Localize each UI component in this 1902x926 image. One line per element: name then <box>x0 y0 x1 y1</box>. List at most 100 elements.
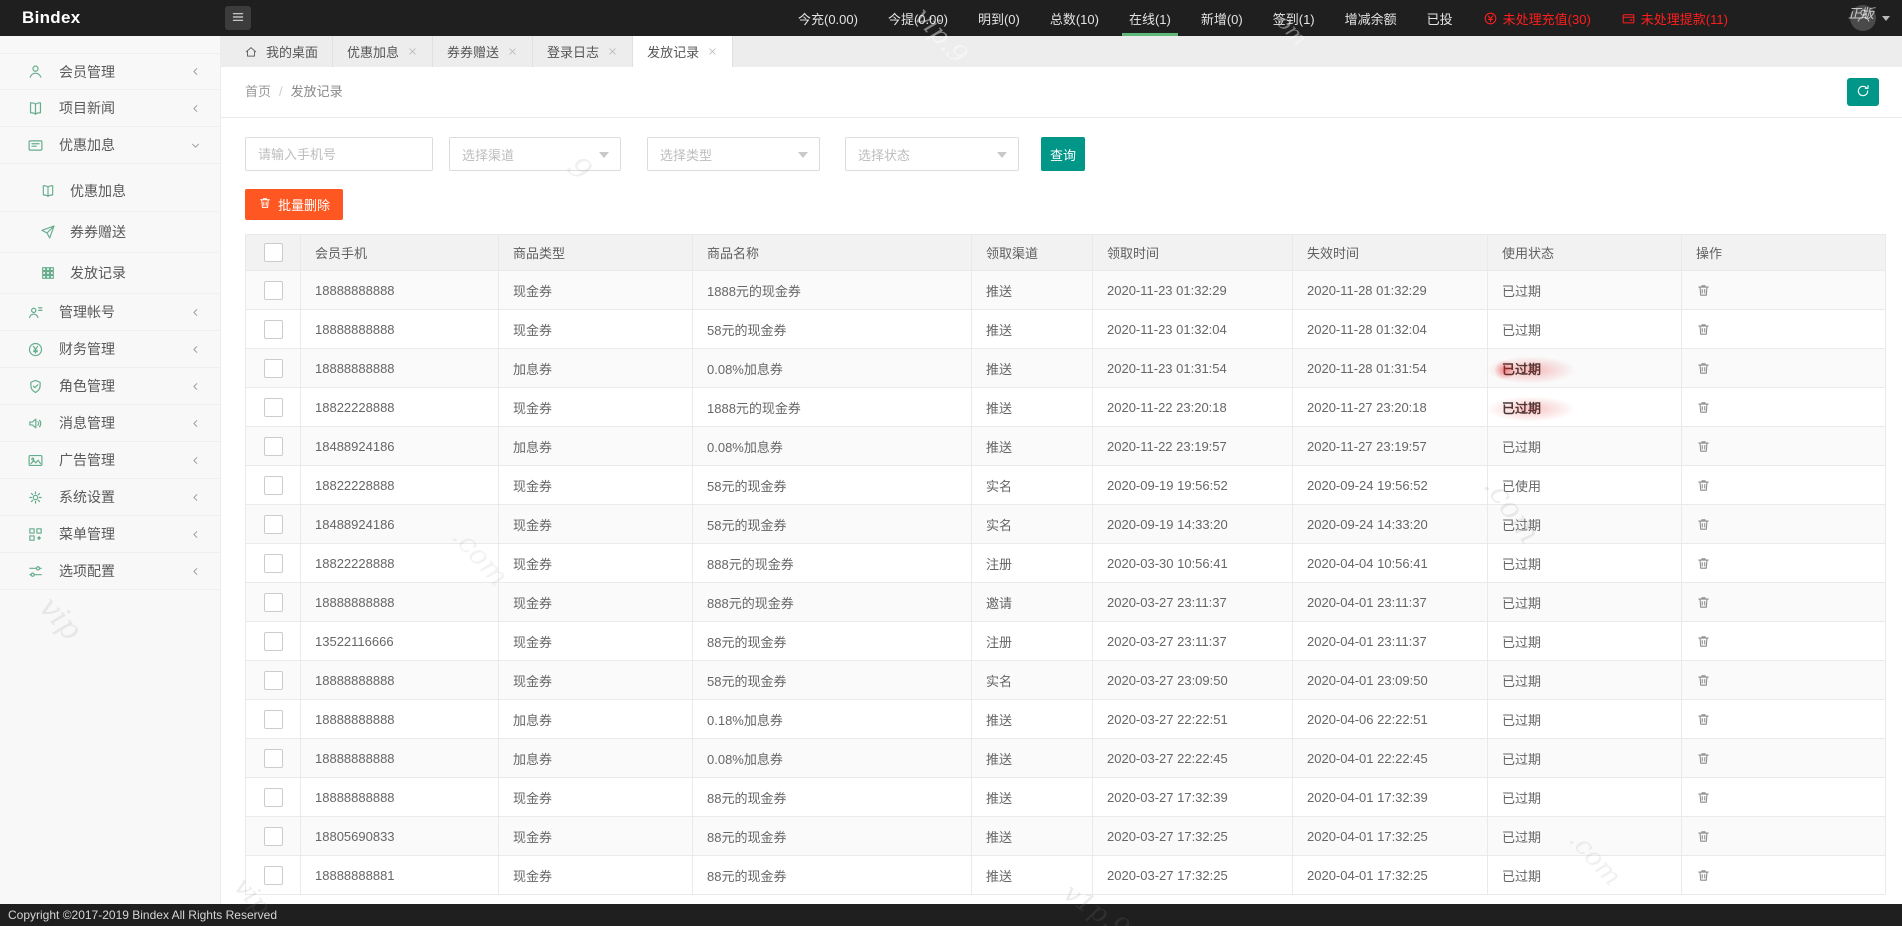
status-select[interactable]: 选择状态 <box>845 137 1019 171</box>
cell-product-type: 现金券 <box>499 544 693 583</box>
row-checkbox[interactable] <box>264 749 283 768</box>
topbar-stat-pending-recharge[interactable]: 未处理充值(30) <box>1483 0 1591 36</box>
row-checkbox[interactable] <box>264 281 283 300</box>
chevron-left-icon <box>189 306 202 319</box>
sidebar-item-messages[interactable]: 消息管理 <box>0 405 220 442</box>
row-checkbox[interactable] <box>264 359 283 378</box>
tab-label: 登录日志 <box>547 42 599 61</box>
topbar-stat-adjust-balance[interactable]: 增减余额 <box>1345 0 1397 36</box>
close-icon[interactable] <box>607 46 618 57</box>
delete-row-button[interactable] <box>1696 400 1711 415</box>
sidebar-item-label: 优惠加息 <box>59 135 189 155</box>
row-checkbox[interactable] <box>264 593 283 612</box>
sidebar-item-options[interactable]: 选项配置 <box>0 553 220 590</box>
column-header: 领取时间 <box>1093 235 1293 271</box>
avatar[interactable] <box>1850 5 1876 31</box>
sidebar-item-promo-interest[interactable]: 优惠加息 <box>0 127 220 164</box>
channel-select[interactable]: 选择渠道 <box>449 137 621 171</box>
topbar-stat-today-recharge[interactable]: 今充(0.00) <box>798 0 858 36</box>
cell-phone: 18822228888 <box>301 544 499 583</box>
topbar-stat-today-withdraw[interactable]: 今提(0.00) <box>888 0 948 36</box>
close-icon[interactable] <box>507 46 518 57</box>
delete-row-button[interactable] <box>1696 829 1711 844</box>
sidebar-item-grant-records[interactable]: 发放记录 <box>0 253 220 294</box>
type-select[interactable]: 选择类型 <box>647 137 820 171</box>
row-checkbox[interactable] <box>264 788 283 807</box>
delete-row-button[interactable] <box>1696 556 1711 571</box>
row-checkbox[interactable] <box>264 827 283 846</box>
status-badge: 已过期 <box>1502 713 1541 728</box>
sidebar-item-coupon-gift[interactable]: 券券赠送 <box>0 212 220 253</box>
topbar-stat-pending-withdraw[interactable]: 未处理提款(11) <box>1621 0 1728 36</box>
row-checkbox[interactable] <box>264 671 283 690</box>
row-checkbox[interactable] <box>264 398 283 417</box>
tab-my-desktop[interactable]: 我的桌面 <box>230 36 333 67</box>
refresh-button[interactable] <box>1847 78 1879 106</box>
row-checkbox[interactable] <box>264 476 283 495</box>
cell-status: 已过期 <box>1488 271 1682 310</box>
delete-row-button[interactable] <box>1696 478 1711 493</box>
delete-row-button[interactable] <box>1696 322 1711 337</box>
row-checkbox[interactable] <box>264 515 283 534</box>
row-checkbox[interactable] <box>264 866 283 885</box>
status-badge: 已过期 <box>1502 635 1541 650</box>
table-row: 18888888888现金券58元的现金券实名2020-03-27 23:09:… <box>246 661 1886 700</box>
topbar-stat-online[interactable]: 在线(1) <box>1129 0 1171 36</box>
sidebar-item-system-settings[interactable]: 系统设置 <box>0 479 220 516</box>
grid-icon <box>40 265 56 281</box>
delete-row-button[interactable] <box>1696 868 1711 883</box>
tab-promo-interest[interactable]: 优惠加息 <box>333 36 433 67</box>
row-select-cell <box>246 427 301 466</box>
close-icon[interactable] <box>407 46 418 57</box>
row-checkbox[interactable] <box>264 437 283 456</box>
sidebar-item-members[interactable]: 会员管理 <box>0 53 220 90</box>
breadcrumb-current: 发放记录 <box>291 84 343 99</box>
tab-coupon-gift[interactable]: 券券赠送 <box>433 36 533 67</box>
search-button[interactable]: 查询 <box>1041 137 1085 171</box>
row-checkbox[interactable] <box>264 710 283 729</box>
sidebar-item-news[interactable]: 项目新闻 <box>0 90 220 127</box>
cell-actions <box>1682 349 1886 388</box>
cell-expired-time: 2020-04-04 10:56:41 <box>1293 544 1488 583</box>
delete-row-button[interactable] <box>1696 712 1711 727</box>
breadcrumb-home[interactable]: 首页 <box>245 84 271 99</box>
tab-login-logs[interactable]: 登录日志 <box>533 36 633 67</box>
cell-received-time: 2020-11-23 01:32:04 <box>1093 310 1293 349</box>
sidebar-item-promo-interest-sub[interactable]: 优惠加息 <box>0 171 220 212</box>
row-checkbox[interactable] <box>264 632 283 651</box>
topbar-stat-check-in[interactable]: 签到(1) <box>1273 0 1315 36</box>
cell-phone: 18888888888 <box>301 583 499 622</box>
table-row: 18822228888现金券58元的现金券实名2020-09-19 19:56:… <box>246 466 1886 505</box>
sidebar-item-label: 项目新闻 <box>59 98 189 118</box>
delete-row-button[interactable] <box>1696 517 1711 532</box>
batch-delete-button[interactable]: 批量删除 <box>245 189 343 220</box>
delete-row-button[interactable] <box>1696 673 1711 688</box>
sidebar-item-ads[interactable]: 广告管理 <box>0 442 220 479</box>
topbar-stat-total-count[interactable]: 总数(10) <box>1050 0 1099 36</box>
topbar-stat-new-users[interactable]: 新增(0) <box>1201 0 1243 36</box>
cell-expired-time: 2020-04-01 22:22:45 <box>1293 739 1488 778</box>
topbar-stat-due-tomorrow[interactable]: 明到(0) <box>978 0 1020 36</box>
cell-product-name: 1888元的现金券 <box>693 271 972 310</box>
select-all-checkbox[interactable] <box>264 243 283 262</box>
delete-row-button[interactable] <box>1696 283 1711 298</box>
sidebar-item-admin-accounts[interactable]: 管理帐号 <box>0 294 220 331</box>
close-icon[interactable] <box>707 46 718 57</box>
user-menu[interactable] <box>1850 5 1890 31</box>
admin-page: Bindex 今充(0.00)今提(0.00)明到(0)总数(10)在线(1)新… <box>0 0 1902 926</box>
delete-row-button[interactable] <box>1696 751 1711 766</box>
sidebar-toggle-button[interactable] <box>225 6 251 30</box>
sidebar-item-roles[interactable]: 角色管理 <box>0 368 220 405</box>
topbar-stat-invested[interactable]: 已投 <box>1427 0 1453 36</box>
delete-row-button[interactable] <box>1696 361 1711 376</box>
phone-search-input[interactable] <box>245 137 433 171</box>
sidebar-item-finance[interactable]: 财务管理 <box>0 331 220 368</box>
delete-row-button[interactable] <box>1696 634 1711 649</box>
delete-row-button[interactable] <box>1696 595 1711 610</box>
delete-row-button[interactable] <box>1696 790 1711 805</box>
delete-row-button[interactable] <box>1696 439 1711 454</box>
row-checkbox[interactable] <box>264 320 283 339</box>
row-checkbox[interactable] <box>264 554 283 573</box>
tab-grant-records[interactable]: 发放记录 <box>633 36 733 67</box>
sidebar-item-menus[interactable]: 菜单管理 <box>0 516 220 553</box>
